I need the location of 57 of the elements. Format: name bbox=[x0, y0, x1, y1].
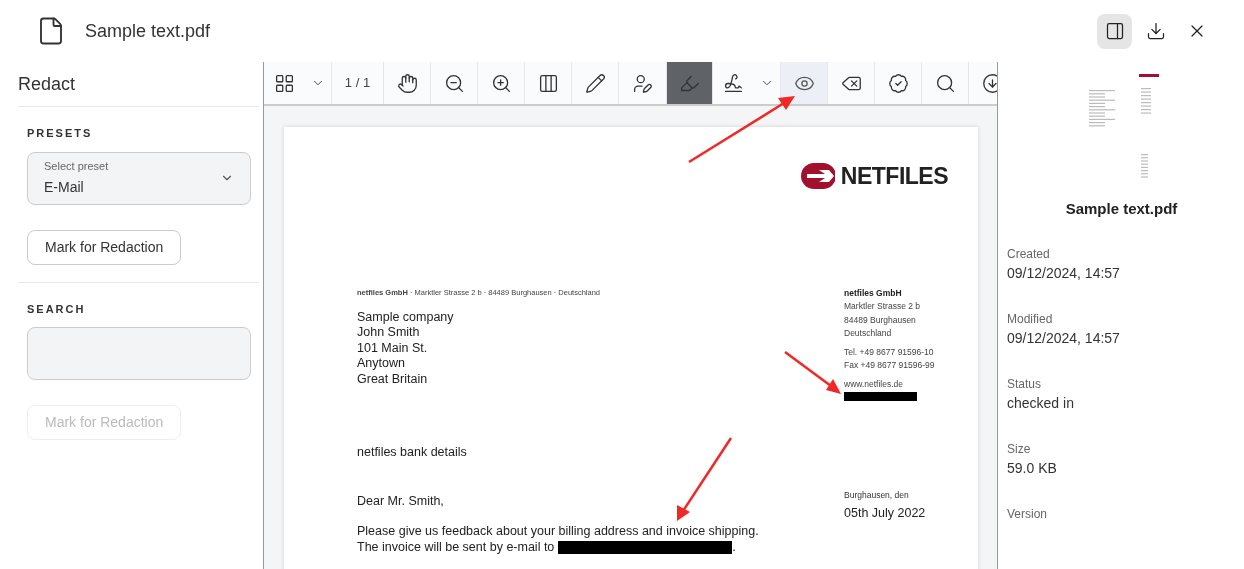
property-value: checked in bbox=[1007, 393, 1074, 413]
search-field[interactable] bbox=[27, 327, 251, 380]
pencil-icon bbox=[584, 72, 606, 94]
website-text: www.netfiles.de bbox=[844, 377, 904, 391]
recipient-line: Sample company bbox=[357, 309, 454, 326]
select-value: E-Mail bbox=[44, 177, 85, 197]
period-text: . bbox=[732, 540, 736, 556]
zoom-out-icon bbox=[443, 72, 465, 94]
section-heading: SEARCH bbox=[27, 301, 87, 317]
place-text: Burghausen, den bbox=[844, 488, 909, 502]
body-text: Please give us feedback about your billing address and invoice shipping. bbox=[357, 522, 759, 540]
user-pen-icon bbox=[632, 72, 653, 94]
recipient-line: Anytown bbox=[357, 356, 405, 372]
subject-line: netfiles bank details bbox=[357, 444, 467, 461]
annotation-arrow bbox=[784, 351, 841, 394]
document-title: Sample text.pdf bbox=[85, 19, 211, 43]
hand-icon bbox=[396, 72, 418, 94]
mark-redaction-button[interactable]: Mark for Redaction bbox=[27, 229, 182, 265]
search-icon bbox=[934, 72, 956, 94]
property-label: Size bbox=[1007, 440, 1031, 458]
address-line: 84489 Burghausen bbox=[844, 313, 916, 327]
recipient-line: Great Britain bbox=[357, 371, 428, 388]
panel-icon bbox=[1104, 21, 1125, 41]
property-label: Version bbox=[1007, 505, 1048, 523]
property-value: 09/12/2024, 14:57 bbox=[1007, 328, 1120, 348]
contact-line: Tel. +49 8677 91596-10 bbox=[844, 345, 934, 359]
preset-select[interactable]: Select preset E-Mail bbox=[27, 151, 251, 205]
property-value: 59.0 KB bbox=[1007, 458, 1057, 478]
select-label: Select preset bbox=[44, 159, 110, 175]
property-value: 09/12/2024, 14:57 bbox=[1007, 263, 1120, 283]
panel-title: Redact bbox=[18, 62, 259, 107]
body-text: The invoice will be sent by e-mail to bbox=[357, 540, 555, 556]
columns-icon bbox=[537, 72, 559, 94]
recipient-line: 101 Main St. bbox=[357, 340, 428, 357]
company-name: netfiles GmbH bbox=[844, 286, 902, 300]
address-line: Deutschland bbox=[844, 327, 892, 340]
property-label: Modified bbox=[1007, 310, 1053, 328]
grid-icon bbox=[273, 72, 295, 94]
property-label: Created bbox=[1007, 245, 1050, 263]
signature-icon bbox=[722, 72, 744, 94]
recipient-line: John Smith bbox=[357, 325, 420, 341]
panel-button[interactable] bbox=[1097, 13, 1132, 49]
section-heading: PRESETS bbox=[27, 126, 94, 141]
salutation: Dear Mr. Smith, bbox=[357, 492, 444, 510]
address-line: Marktler Strasse 2 b bbox=[844, 300, 921, 313]
logo-text: NETFILES bbox=[840, 162, 948, 191]
date-text: 05th July 2022 bbox=[844, 504, 926, 522]
download-icon bbox=[1145, 21, 1166, 41]
download-icon bbox=[981, 72, 997, 94]
zoom-in-icon bbox=[490, 72, 512, 94]
contact-line: Fax +49 8677 91596-99 bbox=[844, 359, 935, 372]
file-name: Sample text.pdf bbox=[1064, 199, 1179, 219]
badge-check-icon bbox=[887, 72, 909, 94]
logo-icon bbox=[800, 163, 835, 190]
property-label: Status bbox=[1007, 375, 1042, 393]
toolbar-button[interactable] bbox=[667, 62, 713, 104]
page-counter: 1 / 1 bbox=[332, 62, 384, 104]
